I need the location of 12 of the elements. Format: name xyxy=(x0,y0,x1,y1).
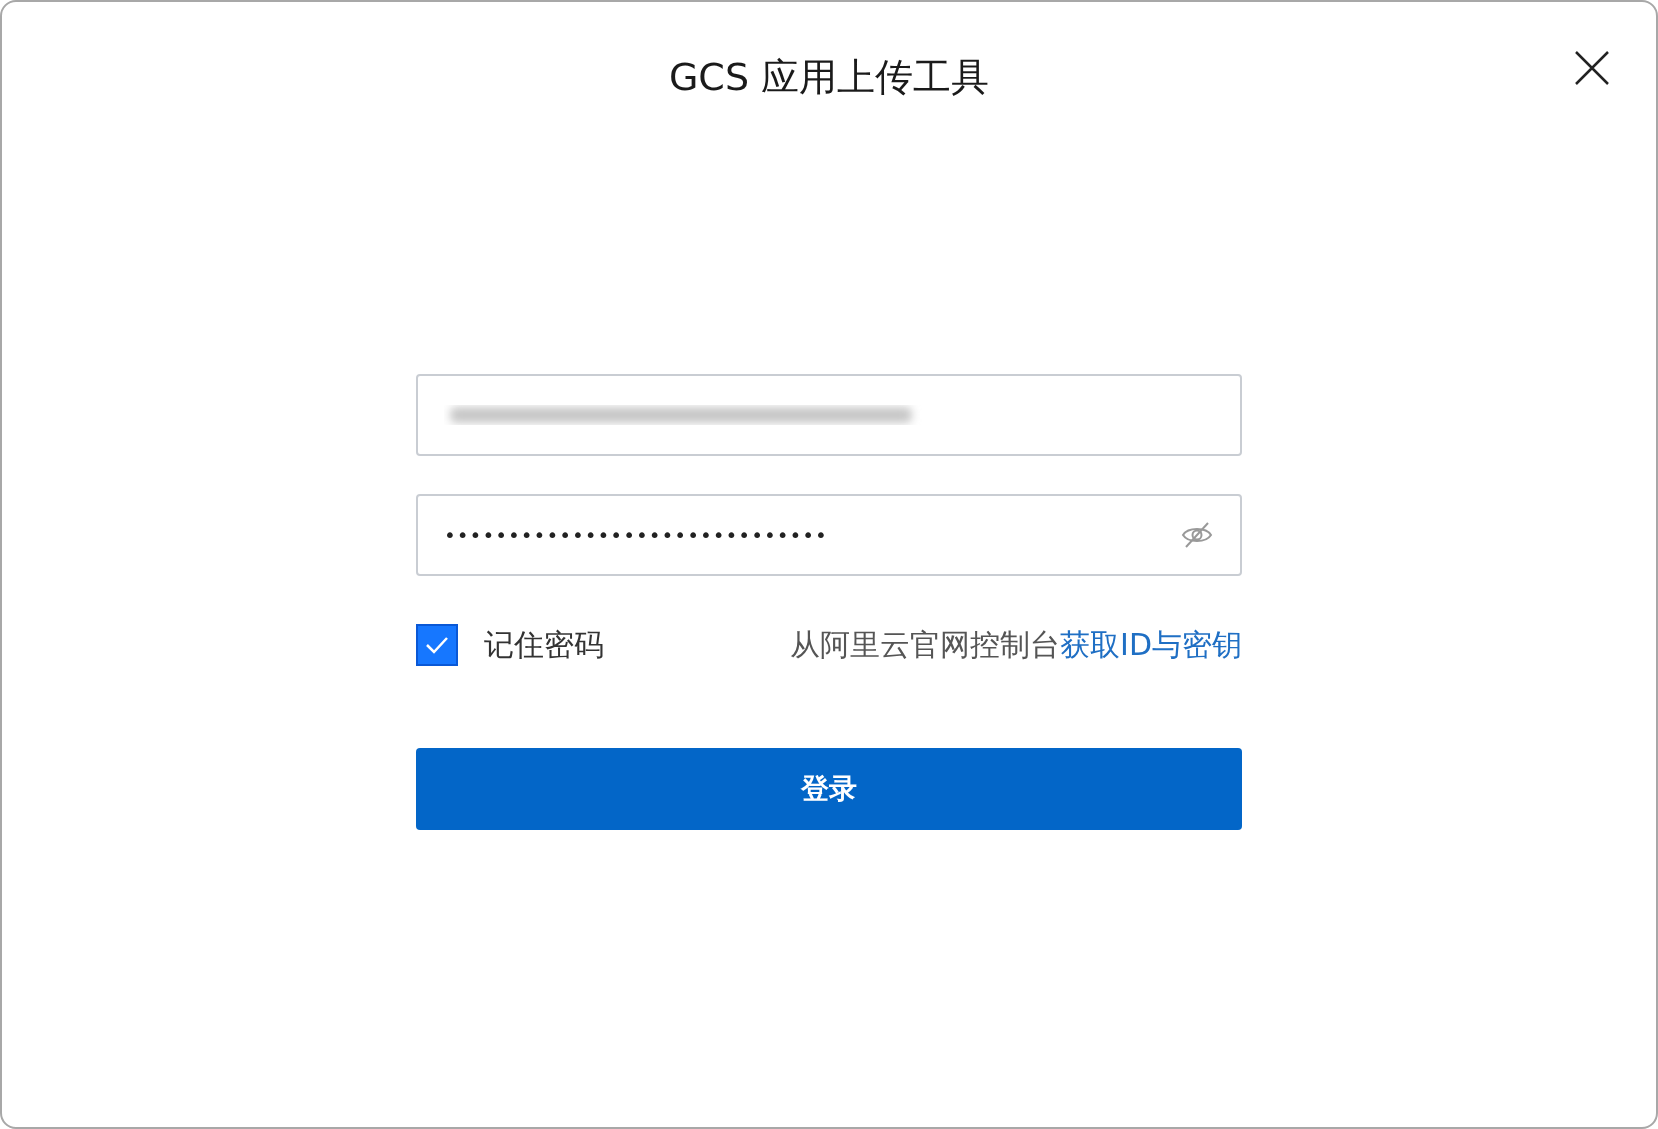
eye-slash-icon xyxy=(1180,521,1214,549)
password-value: •••••••••••••••••••••••••••••• xyxy=(444,523,829,547)
login-button[interactable]: 登录 xyxy=(416,748,1242,830)
password-field[interactable]: •••••••••••••••••••••••••••••• xyxy=(416,494,1242,576)
window-title: GCS 应用上传工具 xyxy=(668,54,990,101)
remember-label: 记住密码 xyxy=(484,625,604,664)
checkmark-icon xyxy=(424,635,450,655)
visibility-toggle[interactable] xyxy=(1180,521,1214,549)
access-key-field[interactable] xyxy=(416,374,1242,456)
hint-text: 从阿里云官网控制台获取ID与密钥 xyxy=(790,625,1242,664)
remember-checkbox[interactable] xyxy=(416,624,458,666)
get-key-link[interactable]: 获取ID与密钥 xyxy=(1060,626,1242,662)
